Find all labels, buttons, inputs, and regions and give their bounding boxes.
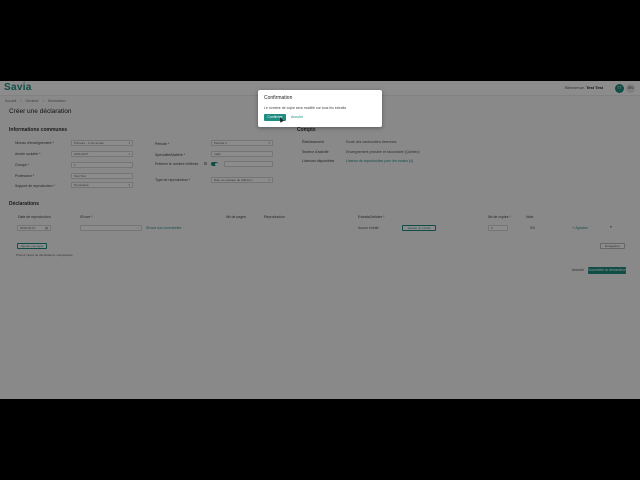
dialog-cancel-button[interactable]: Annuler xyxy=(291,114,303,121)
modal-backdrop[interactable] xyxy=(0,81,640,399)
app-window: Savia Bienvenue, Test Test TT EN Accueil… xyxy=(0,81,640,399)
letterbox-top xyxy=(0,0,640,81)
dialog-title: Confirmation xyxy=(264,95,293,101)
letterbox-bottom xyxy=(0,399,640,480)
dialog-message: Le nombre de copie sera modifié sur tous… xyxy=(264,106,347,110)
confirmation-dialog: Confirmation Le nombre de copie sera mod… xyxy=(258,90,382,127)
